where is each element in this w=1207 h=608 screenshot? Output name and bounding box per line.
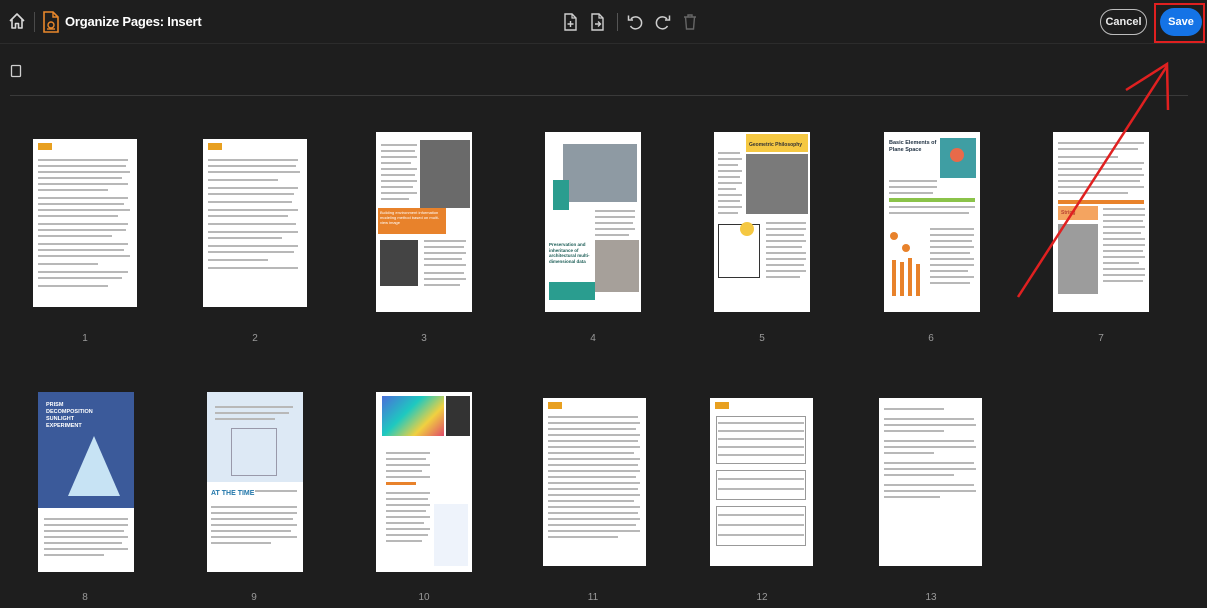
page-thumbnail-3[interactable]: Building environment information modelin…: [376, 132, 472, 312]
page4-heading: Preservation and inheritance of architec…: [549, 242, 590, 264]
rotate-right-icon[interactable]: [654, 13, 672, 31]
page-view-icon[interactable]: [10, 64, 22, 78]
page-thumbnail-6[interactable]: Basic Elements of Plane Space: [884, 132, 980, 312]
divider-line: [10, 95, 1188, 96]
page-thumbnail-10[interactable]: [376, 392, 472, 572]
page5-heading: Geometric Philosophy: [746, 142, 808, 152]
page-thumbnail-1[interactable]: [33, 139, 137, 307]
page3-heading: Building environment information modelin…: [378, 208, 446, 234]
delete-icon[interactable]: [681, 13, 699, 31]
page-title: Organize Pages: Insert: [65, 14, 202, 29]
home-icon[interactable]: [8, 12, 26, 30]
page-thumbnail-7[interactable]: String: [1053, 132, 1149, 312]
page-number: 2: [252, 333, 258, 344]
extract-page-icon[interactable]: [589, 13, 607, 31]
page-number: 10: [418, 592, 430, 603]
page-number: 8: [82, 592, 88, 603]
page-thumbnail-13[interactable]: [879, 398, 982, 566]
page-thumbnail-2[interactable]: [203, 139, 307, 307]
page9-heading: AT THE TIME: [211, 490, 255, 497]
insert-page-icon[interactable]: [562, 13, 580, 31]
save-highlight-box: [1154, 3, 1205, 43]
toolbar-divider: [617, 13, 618, 31]
page-thumbnail-11[interactable]: [543, 398, 646, 566]
page-thumbnail-4[interactable]: Preservation and inheritance of architec…: [545, 132, 641, 312]
page7-heading: String: [1058, 206, 1098, 220]
page-number: 3: [421, 333, 427, 344]
page-thumbnail-12[interactable]: [710, 398, 813, 566]
page-number: 13: [925, 592, 937, 603]
page8-title: PRISM DECOMPOSITION SUNLIGHT EXPERIMENT: [46, 402, 93, 429]
page-number: 9: [251, 592, 257, 603]
page-number: 7: [1098, 333, 1104, 344]
page-number: 11: [587, 592, 599, 603]
page-number: 4: [590, 333, 596, 344]
toolbar-divider: [34, 12, 35, 32]
page-number: 5: [759, 333, 765, 344]
page6-heading: Basic Elements of Plane Space: [889, 140, 937, 153]
page-number: 12: [756, 592, 768, 603]
page-thumbnail-5[interactable]: Geometric Philosophy: [714, 132, 810, 312]
cancel-button[interactable]: Cancel: [1100, 9, 1147, 35]
rotate-left-icon[interactable]: [626, 13, 644, 31]
page-number: 1: [82, 333, 88, 344]
page-thumbnail-8[interactable]: PRISM DECOMPOSITION SUNLIGHT EXPERIMENT: [38, 392, 134, 572]
document-icon: [43, 11, 59, 33]
page-number: 6: [928, 333, 934, 344]
page-thumbnail-9[interactable]: AT THE TIME: [207, 392, 303, 572]
